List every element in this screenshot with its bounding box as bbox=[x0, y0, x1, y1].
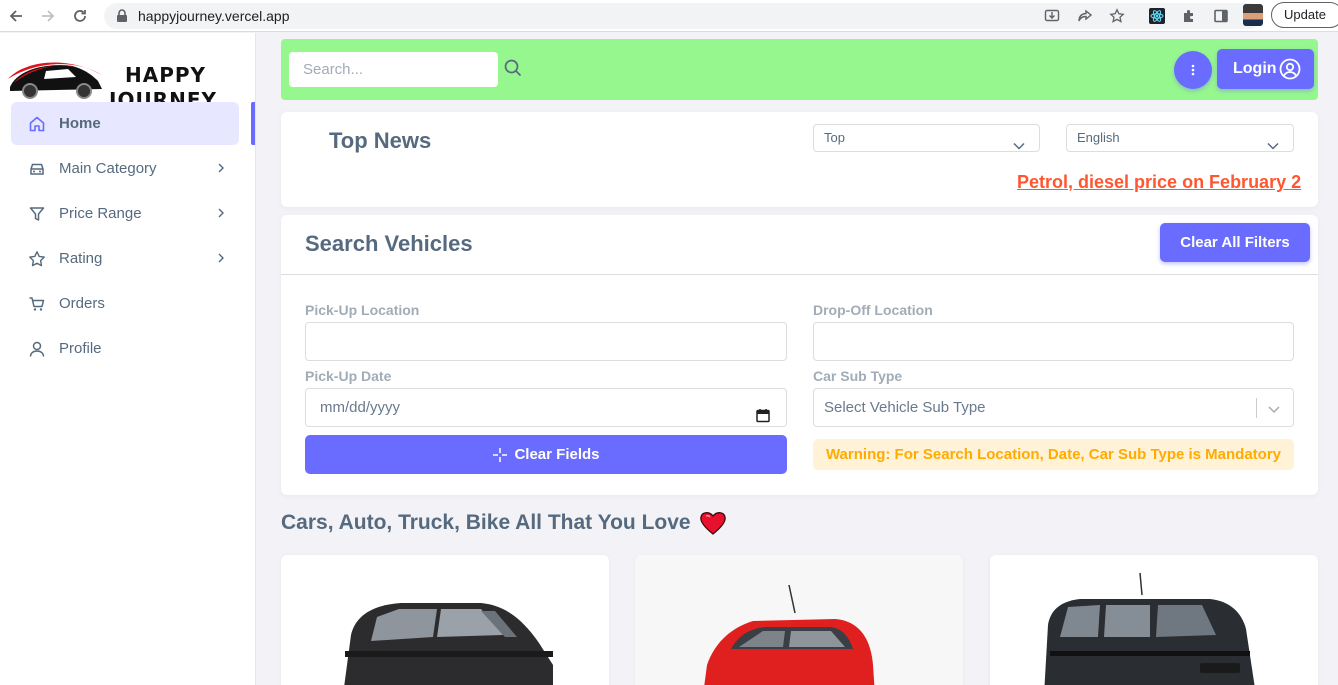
news-language-value: English bbox=[1077, 130, 1120, 145]
vehicle-image bbox=[1044, 572, 1255, 685]
chevron-right-icon bbox=[217, 161, 225, 178]
sidebar-item-label: Profile bbox=[59, 340, 102, 357]
listing-heading-text: Cars, Auto, Truck, Bike All That You Lov… bbox=[281, 511, 691, 534]
sparkle-icon bbox=[493, 447, 508, 462]
vertical-dots-icon bbox=[1191, 64, 1195, 76]
sidebar: HAPPY JOURNEY Home Main Category Price R… bbox=[0, 33, 256, 685]
update-button[interactable]: Update bbox=[1271, 2, 1338, 28]
pickup-location-label: Pick-Up Location bbox=[305, 302, 420, 318]
home-icon bbox=[27, 114, 47, 134]
dropoff-location-input[interactable] bbox=[813, 322, 1294, 361]
car-subtype-label: Car Sub Type bbox=[813, 368, 903, 384]
listing-heading: Cars, Auto, Truck, Bike All That You Lov… bbox=[281, 510, 727, 536]
vehicle-card[interactable] bbox=[281, 555, 609, 685]
pickup-date-placeholder: mm/dd/yyyy bbox=[320, 399, 401, 416]
divider bbox=[281, 274, 1318, 275]
star-icon bbox=[27, 249, 47, 269]
vehicle-image bbox=[344, 603, 553, 685]
sidebar-item-label: Rating bbox=[59, 250, 103, 267]
login-label: Login bbox=[1233, 60, 1277, 77]
mandatory-warning: Warning: For Search Location, Date, Car … bbox=[813, 439, 1294, 470]
news-category-value: Top bbox=[824, 130, 845, 145]
top-news-card: Top News Top English Petrol, diesel pric… bbox=[281, 112, 1318, 207]
sidebar-item-home[interactable]: Home bbox=[11, 102, 239, 145]
chevron-right-icon bbox=[217, 251, 225, 268]
car-logo-icon bbox=[8, 62, 102, 99]
car-icon bbox=[27, 159, 47, 179]
news-title: Top News bbox=[329, 128, 432, 153]
select-separator bbox=[1256, 398, 1257, 418]
url-text: happyjourney.vercel.app bbox=[138, 8, 290, 24]
clear-fields-label: Clear Fields bbox=[514, 446, 600, 463]
sidebar-item-main-category[interactable]: Main Category bbox=[11, 147, 239, 190]
car-subtype-select[interactable]: Select Vehicle Sub Type bbox=[813, 388, 1294, 427]
react-devtools-icon[interactable] bbox=[1147, 6, 1167, 26]
dropoff-location-label: Drop-Off Location bbox=[813, 302, 933, 318]
chevron-down-icon[interactable] bbox=[1267, 396, 1281, 433]
cart-icon bbox=[27, 294, 47, 314]
chevron-down-icon bbox=[1013, 133, 1025, 159]
active-indicator bbox=[251, 102, 255, 145]
sidebar-item-label: Orders bbox=[59, 295, 105, 312]
share-icon[interactable] bbox=[1075, 6, 1095, 26]
reload-icon[interactable] bbox=[70, 6, 90, 26]
calendar-icon[interactable] bbox=[756, 400, 770, 437]
top-navbar: Login bbox=[281, 39, 1318, 100]
filter-icon bbox=[27, 204, 47, 224]
profile-avatar[interactable] bbox=[1243, 4, 1263, 26]
sidebar-item-orders[interactable]: Orders bbox=[11, 282, 239, 325]
news-category-select[interactable]: Top bbox=[813, 124, 1040, 152]
bookmark-star-icon[interactable] bbox=[1107, 6, 1127, 26]
sidebar-item-label: Main Category bbox=[59, 160, 157, 177]
user-icon bbox=[27, 339, 47, 359]
brand-line-1: HAPPY bbox=[125, 63, 207, 87]
car-subtype-placeholder: Select Vehicle Sub Type bbox=[824, 399, 986, 416]
pickup-location-input[interactable] bbox=[305, 322, 787, 361]
sidebar-item-profile[interactable]: Profile bbox=[11, 327, 239, 370]
search-input[interactable] bbox=[289, 52, 498, 87]
browser-toolbar: happyjourney.vercel.app Update bbox=[0, 0, 1338, 32]
brand-logo[interactable]: HAPPY JOURNEY bbox=[6, 47, 236, 112]
heart-icon bbox=[699, 512, 726, 535]
login-button[interactable]: Login bbox=[1217, 49, 1314, 89]
sidebar-item-label: Price Range bbox=[59, 205, 142, 222]
sidebar-item-label: Home bbox=[59, 115, 101, 132]
more-options-button[interactable] bbox=[1174, 51, 1212, 89]
search-icon[interactable] bbox=[503, 58, 523, 83]
clear-all-filters-button[interactable]: Clear All Filters bbox=[1160, 223, 1310, 262]
vehicle-card[interactable] bbox=[990, 555, 1318, 685]
user-circle-icon bbox=[1279, 58, 1300, 80]
vehicle-card[interactable] bbox=[635, 555, 963, 685]
search-vehicles-title: Search Vehicles bbox=[305, 231, 473, 256]
back-icon[interactable] bbox=[6, 6, 26, 26]
sidebar-item-rating[interactable]: Rating bbox=[11, 237, 239, 280]
extensions-puzzle-icon[interactable] bbox=[1179, 6, 1199, 26]
forward-icon[interactable] bbox=[38, 6, 58, 26]
lock-icon bbox=[116, 9, 128, 28]
side-panel-icon[interactable] bbox=[1211, 6, 1231, 26]
news-ticker-link[interactable]: Petrol, diesel price on February 2 bbox=[1017, 172, 1301, 193]
clear-fields-button[interactable]: Clear Fields bbox=[305, 435, 787, 474]
vehicle-image bbox=[704, 584, 875, 685]
chevron-right-icon bbox=[217, 206, 225, 223]
news-language-select[interactable]: English bbox=[1066, 124, 1294, 152]
pickup-date-input[interactable]: mm/dd/yyyy bbox=[305, 388, 787, 427]
sidebar-item-price-range[interactable]: Price Range bbox=[11, 192, 239, 235]
install-app-icon[interactable] bbox=[1042, 6, 1062, 26]
pickup-date-label: Pick-Up Date bbox=[305, 368, 392, 384]
search-vehicles-card: Search Vehicles Clear All Filters Pick-U… bbox=[281, 215, 1318, 495]
chevron-down-icon bbox=[1267, 133, 1279, 159]
